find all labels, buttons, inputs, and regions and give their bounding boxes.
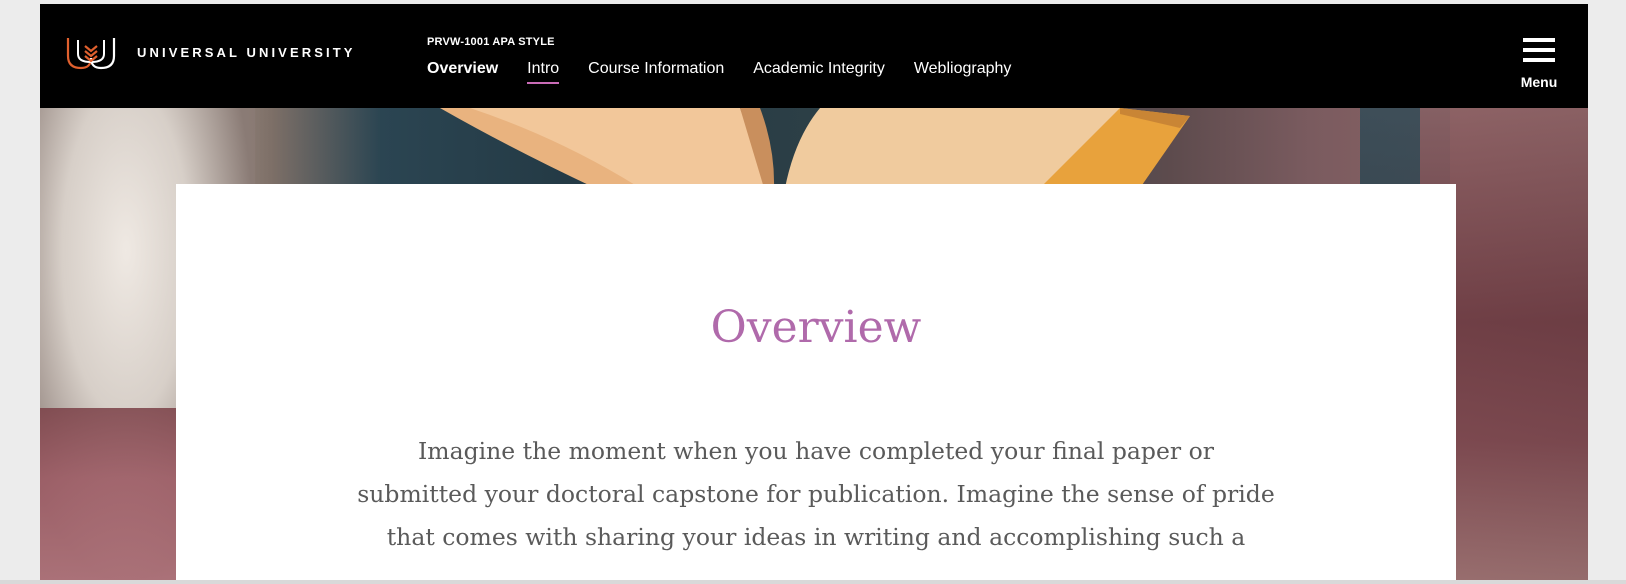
course-code: PRVW-1001 APA STYLE [427, 36, 555, 48]
nav-academic-integrity[interactable]: Academic Integrity [753, 60, 885, 84]
intro-paragraph: Imagine the moment when you have complet… [339, 430, 1293, 559]
nav-webliography[interactable]: Webliography [914, 60, 1012, 84]
nav-course-information[interactable]: Course Information [588, 60, 724, 84]
page-title: Overview [710, 302, 922, 353]
viewport-bottom-edge [0, 580, 1626, 584]
university-logo-icon[interactable] [65, 36, 117, 70]
nav-intro[interactable]: Intro [527, 60, 560, 84]
site-header: UNIVERSAL UNIVERSITY PRVW-1001 APA STYLE… [40, 4, 1588, 108]
nav-overview[interactable]: Overview [427, 60, 498, 84]
content-card: Overview Imagine the moment when you hav… [176, 184, 1456, 584]
intro-line: that comes with sharing your ideas in wr… [386, 523, 1246, 551]
menu-button[interactable]: Menu [1514, 38, 1564, 92]
browser-page: UNIVERSAL UNIVERSITY PRVW-1001 APA STYLE… [40, 4, 1588, 584]
hamburger-menu-icon [1523, 38, 1555, 64]
menu-label: Menu [1520, 74, 1558, 90]
brand-name[interactable]: UNIVERSAL UNIVERSITY [137, 45, 356, 60]
open-book-image [440, 108, 1190, 188]
course-nav: Overview Intro Course Information Academ… [427, 60, 1011, 84]
intro-line: Imagine the moment when you have complet… [418, 437, 1214, 465]
intro-line: submitted your doctoral capstone for pub… [357, 480, 1275, 508]
